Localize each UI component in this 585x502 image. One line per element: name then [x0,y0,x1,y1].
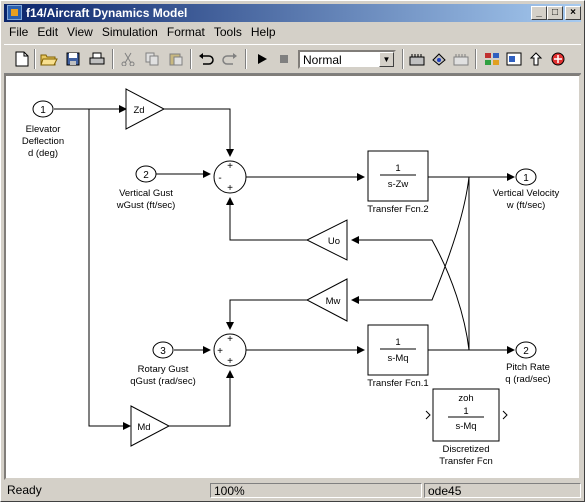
cut-icon[interactable] [118,49,138,69]
discretized-transfer-fcn-block[interactable]: zoh 1 s-Mq [425,388,508,442]
gain-mw-block[interactable]: Mw [305,278,348,322]
gain-zd-block[interactable]: Zd [125,88,166,130]
new-file-icon[interactable] [12,49,32,69]
open-folder-icon[interactable] [39,49,59,69]
copy-icon[interactable] [142,49,162,69]
plus-sign: + [217,346,223,357]
menu-view[interactable]: View [62,23,97,39]
outport-1-label: Vertical Velocity [493,188,560,199]
simulation-mode-value: Normal [303,53,342,67]
toolbar-separator [34,49,36,69]
undo-icon[interactable] [196,49,216,69]
toolbar-separator [190,49,192,69]
outport-1-block[interactable]: 1 [515,168,537,186]
transfer-fcn-1-block[interactable]: 1 s-Mq [367,324,429,376]
minimize-button[interactable]: _ [531,6,547,20]
plus-sign: + [227,356,233,367]
status-text: Ready [7,483,42,497]
print-icon[interactable] [87,49,107,69]
outport-1-label: w (ft/sec) [506,200,546,211]
go-to-parent-icon[interactable] [526,49,546,69]
dtf-zoh: zoh [458,393,473,404]
inport-1-label: Deflection [22,136,64,147]
title-bar: f14/Aircraft Dynamics Model _ □ × [4,4,581,22]
gain-md-label: Md [137,422,150,433]
transfer-fcn-2-name: Transfer Fcn.2 [367,204,428,215]
menu-bar: File Edit View Simulation Format Tools Help [4,23,581,42]
tf1-denominator: s-Mq [387,353,408,364]
library-browser-icon[interactable] [482,49,502,69]
minus-sign: - [218,173,221,184]
toolbar: Normal ▼ [4,44,581,74]
menu-simulation[interactable]: Simulation [97,23,162,39]
window-title: f14/Aircraft Dynamics Model [26,6,188,20]
menu-help[interactable]: Help [246,23,280,39]
model-explorer-icon[interactable] [504,49,524,69]
transfer-fcn-1-name: Transfer Fcn.1 [367,378,428,389]
simulation-mode-select[interactable]: Normal ▼ [298,50,396,69]
menu-tools[interactable]: Tools [209,23,246,39]
inport-1-block[interactable]: 1 [32,100,54,118]
zoom-level: 100% [210,483,422,498]
dtf-numerator: 1 [463,406,468,417]
plus-sign: + [227,334,233,345]
gain-uo-label: Uo [328,236,340,247]
chevron-down-icon[interactable]: ▼ [379,52,394,67]
toolbar-separator [475,49,477,69]
outport-1-number: 1 [523,173,529,184]
outport-2-label: Pitch Rate [506,362,550,373]
start-simulation-icon[interactable] [252,49,272,69]
incremental-build-icon[interactable] [451,49,471,69]
status-bar: Ready 100% ode45 [4,482,581,499]
outport-2-block[interactable]: 2 [515,341,537,359]
gain-uo-block[interactable]: Uo [305,219,348,261]
plus-sign: + [227,161,233,172]
inport-3-label: Rotary Gust [138,364,189,375]
build-icon[interactable] [407,49,427,69]
menu-edit[interactable]: Edit [32,23,62,39]
paste-icon[interactable] [166,49,186,69]
discretized-transfer-fcn-name: Transfer Fcn [439,456,493,467]
inport-3-number: 3 [160,346,166,357]
solver-name: ode45 [424,483,581,498]
save-icon[interactable] [63,49,83,69]
gain-md-block[interactable]: Md [130,405,171,447]
dtf-denominator: s-Mq [455,421,476,432]
block-diagram-canvas[interactable]: 1 Elevator Deflection d (deg) 2 Vertical… [4,74,581,480]
toolbar-separator [402,49,404,69]
plus-sign: + [227,183,233,194]
tf2-denominator: s-Zw [388,179,409,190]
inport-2-number: 2 [143,170,149,181]
redo-icon[interactable] [220,49,240,69]
inport-2-block[interactable]: 2 [135,165,157,183]
menu-format[interactable]: Format [162,23,209,39]
tf2-numerator: 1 [395,163,400,174]
inport-3-block[interactable]: 3 [152,341,174,359]
debug-icon[interactable] [548,49,568,69]
inport-1-label: Elevator [26,124,61,135]
sum-block-lower[interactable]: + + + [213,333,247,367]
outport-2-number: 2 [523,346,529,357]
stop-simulation-icon[interactable] [274,49,294,69]
gain-zd-label: Zd [133,105,144,116]
discretized-transfer-fcn-name: Discretized [443,444,490,455]
transfer-fcn-2-block[interactable]: 1 s-Zw [367,150,429,202]
close-button[interactable]: × [565,6,581,20]
outport-2-label: q (rad/sec) [505,374,550,385]
tf1-numerator: 1 [395,337,400,348]
inport-3-label: qGust (rad/sec) [130,376,195,387]
update-diagram-icon[interactable] [429,49,449,69]
inport-1-label: d (deg) [28,148,58,159]
sum-block-upper[interactable]: + - + [213,160,247,194]
toolbar-separator [112,49,114,69]
inport-1-number: 1 [40,105,46,116]
maximize-button[interactable]: □ [547,6,563,20]
window: f14/Aircraft Dynamics Model _ □ × File Ed… [0,0,585,502]
gain-mw-label: Mw [326,296,341,307]
toolbar-separator [245,49,247,69]
simulink-model-icon [7,5,22,20]
inport-2-label: wGust (ft/sec) [116,200,176,211]
menu-file[interactable]: File [4,23,32,39]
inport-2-label: Vertical Gust [119,188,173,199]
